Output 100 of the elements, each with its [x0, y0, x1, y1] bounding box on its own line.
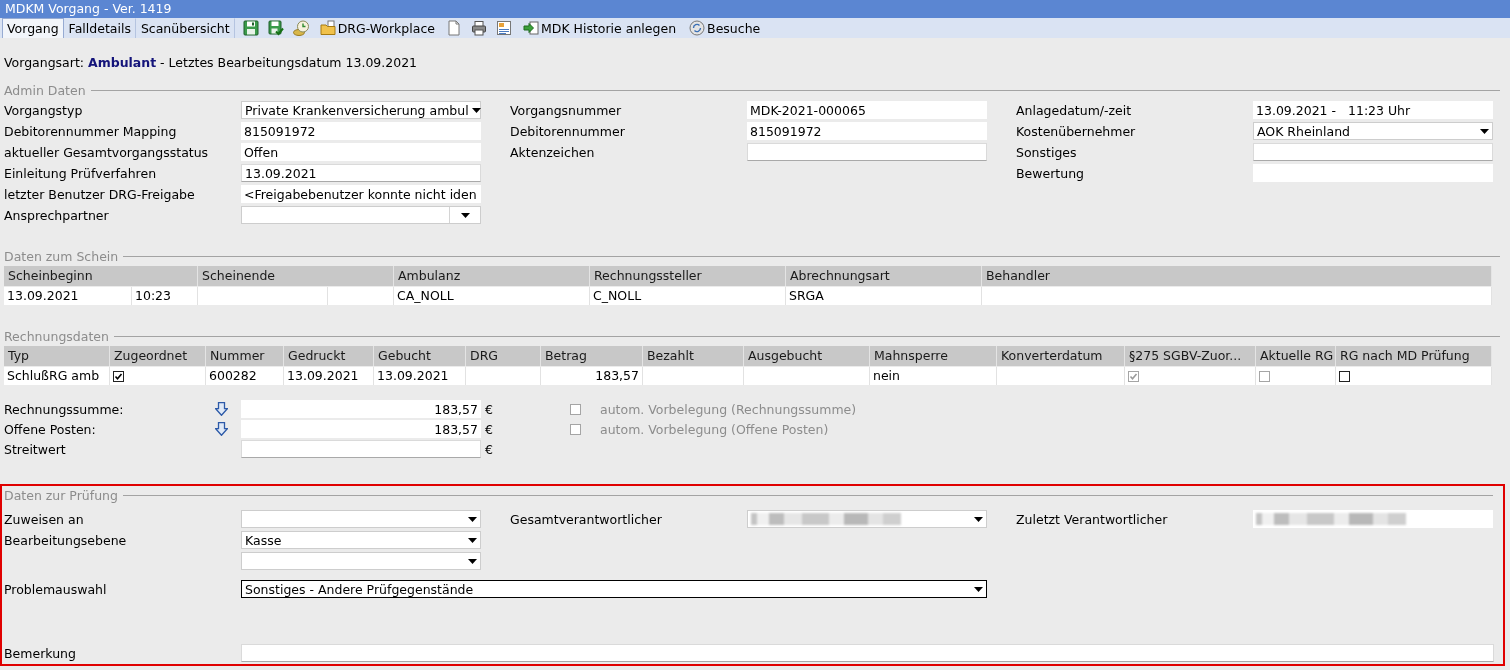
- column-header: Konverterdatum: [997, 346, 1125, 366]
- dropdown[interactable]: AOK Rheinland: [1253, 122, 1493, 140]
- section-title: Daten zum Schein: [4, 248, 119, 264]
- column-header: Behandler: [982, 266, 1492, 286]
- dropdown[interactable]: Sonstiges - Andere Prüfgegenstände: [241, 580, 987, 598]
- circular-arrows-icon: [689, 20, 706, 36]
- clock-icon[interactable]: [292, 20, 309, 36]
- arrow-into-box-icon: [522, 20, 539, 36]
- checkbox-label: autom. Vorbelegung (Offene Posten): [600, 421, 829, 437]
- field-label: Zuletzt Verantwortlicher: [1016, 511, 1169, 527]
- dropdown[interactable]: [241, 206, 481, 224]
- field-label: Aktenzeichen: [510, 144, 596, 160]
- window-title: MDKM Vorgang - Ver. 1419: [0, 0, 1510, 18]
- column-header: Typ: [4, 346, 110, 366]
- arrow-down-icon[interactable]: [215, 422, 228, 436]
- column-header: Gebucht: [374, 346, 466, 366]
- column-header: DRG: [466, 346, 541, 366]
- field-label: Vorgangsnummer: [510, 102, 623, 118]
- column-header: Mahnsperre: [870, 346, 997, 366]
- column-header: §275 SGBV-Zuor...: [1125, 346, 1256, 366]
- table-cell: nein: [870, 367, 997, 385]
- field-label: Streitwert: [4, 441, 67, 457]
- folder-icon: [319, 20, 336, 36]
- toolbar-button[interactable]: Besuche: [687, 19, 763, 37]
- column-header: Scheinbeginn: [4, 266, 198, 286]
- field-label: Zuweisen an: [4, 511, 85, 527]
- text-field[interactable]: <Freigabebenutzer konnte nicht iden: [241, 185, 481, 203]
- column-header: RG nach MD Prüfung: [1336, 346, 1492, 366]
- input-field[interactable]: [241, 440, 481, 458]
- field-label: Debitorennummer Mapping: [4, 123, 178, 139]
- table-cell: 600282: [206, 367, 284, 385]
- field-label: Gesamtverantwortlicher: [510, 511, 663, 527]
- field-label: Kostenübernehmer: [1016, 123, 1137, 139]
- text-field[interactable]: MDK-2021-000065: [747, 101, 987, 119]
- dropdown[interactable]: [241, 510, 481, 528]
- tab[interactable]: Falldetails: [63, 18, 136, 38]
- text-field[interactable]: 815091972: [241, 122, 481, 140]
- section-title: Daten zur Prüfung: [4, 487, 118, 503]
- floppy-check-icon[interactable]: [267, 20, 284, 36]
- table-cell: CA_NOLL: [394, 287, 590, 305]
- dropdown[interactable]: Kasse: [241, 531, 481, 549]
- input-field[interactable]: 13.09.2021: [241, 164, 481, 182]
- caret-icon: [467, 558, 477, 564]
- table-cell: 13.09.2021: [374, 367, 466, 385]
- save-icon[interactable]: [242, 20, 259, 36]
- dropdown[interactable]: [747, 510, 987, 528]
- checkbox[interactable]: [113, 370, 124, 382]
- field-label: Anlagedatum/-zeit: [1016, 102, 1133, 118]
- column-header: Ambulanz: [394, 266, 590, 286]
- text-field[interactable]: 815091972: [747, 122, 987, 140]
- caret-icon: [467, 516, 477, 522]
- input-field[interactable]: [1253, 143, 1493, 161]
- table-cell: C_NOLL: [590, 287, 786, 305]
- text-field[interactable]: 183,57: [241, 400, 481, 418]
- input-field[interactable]: [747, 143, 987, 161]
- column-header: Bezahlt: [643, 346, 744, 366]
- caret-icon: [467, 537, 477, 543]
- input-field[interactable]: [241, 644, 1494, 662]
- column-header: Zugeordnet: [110, 346, 206, 366]
- field-label: Rechnungssumme:: [4, 401, 125, 417]
- checkbox-label: autom. Vorbelegung (Rechnungssumme): [600, 401, 857, 417]
- tab[interactable]: Vorgang: [2, 18, 64, 38]
- field-label: Bemerkung: [4, 645, 77, 661]
- arrow-down-icon[interactable]: [215, 402, 228, 416]
- column-header: Aktuelle RG: [1256, 346, 1336, 366]
- print-icon[interactable]: [470, 20, 487, 36]
- table-cell: SRGA: [786, 287, 982, 305]
- table-cell: 13.09.2021: [4, 287, 132, 305]
- caret-icon: [973, 516, 983, 522]
- checkbox[interactable]: [1339, 370, 1350, 382]
- field-label: Ansprechpartner: [4, 207, 110, 223]
- text-field[interactable]: [1253, 510, 1493, 528]
- toolbar-button[interactable]: MDK Historie anlegen: [520, 19, 679, 37]
- picture-icon[interactable]: [495, 20, 512, 36]
- text-field[interactable]: 13.09.2021 - 11:23 Uhr: [1253, 101, 1493, 119]
- tab[interactable]: Scanübersicht: [135, 18, 235, 38]
- table-cell: 10:23: [132, 287, 198, 305]
- caret-icon: [1479, 128, 1489, 134]
- column-header: Gedruckt: [284, 346, 374, 366]
- text-field[interactable]: Offen: [241, 143, 481, 161]
- field-label: Debitorennummer: [510, 123, 626, 139]
- column-header: Rechnungssteller: [590, 266, 786, 286]
- currency-symbol: €: [485, 441, 493, 457]
- field-label: Vorgangstyp: [4, 102, 84, 118]
- table-cell: SchlußRG amb: [4, 367, 110, 385]
- dropdown[interactable]: [241, 552, 481, 570]
- text-field[interactable]: 183,57: [241, 420, 481, 438]
- column-header: Betrag: [541, 346, 643, 366]
- toolbar-button[interactable]: DRG-Workplace: [317, 19, 437, 37]
- currency-symbol: €: [485, 421, 493, 437]
- dropdown[interactable]: Private Krankenversicherung ambul: [241, 101, 481, 119]
- field-label: Bearbeitungsebene: [4, 532, 128, 548]
- column-header: Ausgebucht: [744, 346, 870, 366]
- page-icon[interactable]: [445, 20, 462, 36]
- field-label: Bewertung: [1016, 165, 1085, 181]
- field-label: Sonstiges: [1016, 144, 1078, 160]
- table-cell: 183,57: [541, 367, 643, 385]
- field-label: Offene Posten:: [4, 421, 97, 437]
- column-header: Abrechnungsart: [786, 266, 982, 286]
- currency-symbol: €: [485, 401, 493, 417]
